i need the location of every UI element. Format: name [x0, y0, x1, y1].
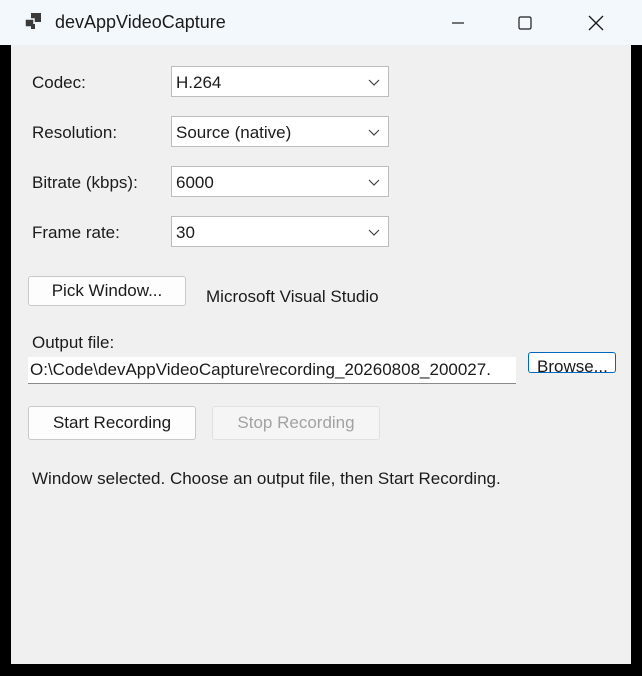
- bitrate-label: Bitrate (kbps):: [32, 173, 138, 192]
- window-title: devAppVideoCapture: [55, 12, 226, 32]
- resolution-label: Resolution:: [32, 123, 118, 142]
- output-file-label: Output file:: [32, 333, 115, 352]
- bitrate-value: 6000: [176, 173, 214, 192]
- codec-value: H.264: [176, 73, 222, 92]
- maximize-button[interactable]: [502, 0, 548, 45]
- codec-label: Codec:: [32, 73, 86, 92]
- title-bar[interactable]: devAppVideoCapture: [0, 0, 642, 45]
- framerate-label: Frame rate:: [32, 223, 120, 242]
- chevron-down-icon: [368, 229, 380, 236]
- output-path-field[interactable]: O:\Code\devAppVideoCapture\recording_202…: [28, 357, 516, 384]
- maximize-icon: [518, 15, 532, 30]
- stop-recording-button[interactable]: Stop Recording: [212, 406, 380, 440]
- start-recording-button[interactable]: Start Recording: [28, 406, 196, 440]
- framerate-value: 30: [176, 223, 195, 242]
- app-window: devAppVideoCapture Codec: H.264 Resoluti…: [0, 0, 642, 676]
- client-area: Codec: H.264 Resolution: Source (native)…: [11, 45, 631, 664]
- close-icon: [588, 15, 604, 30]
- output-path-value: O:\Code\devAppVideoCapture\recording_202…: [30, 360, 491, 379]
- resolution-value: Source (native): [176, 123, 292, 142]
- framerate-dropdown[interactable]: 30: [171, 216, 389, 247]
- close-button[interactable]: [573, 0, 619, 45]
- status-text: Window selected. Choose an output file, …: [32, 469, 501, 488]
- pick-window-button[interactable]: Pick Window...: [28, 276, 186, 306]
- chevron-down-icon: [368, 179, 380, 186]
- browse-button[interactable]: Browse...: [528, 352, 616, 373]
- app-window-icon: [24, 13, 41, 29]
- resolution-dropdown[interactable]: Source (native): [171, 116, 389, 147]
- codec-dropdown[interactable]: H.264: [171, 66, 389, 97]
- chevron-down-icon: [368, 129, 380, 136]
- minimize-icon: [452, 21, 464, 24]
- selected-window-label: Microsoft Visual Studio: [206, 287, 379, 306]
- chevron-down-icon: [368, 79, 380, 86]
- minimize-button[interactable]: [435, 0, 481, 45]
- bitrate-dropdown[interactable]: 6000: [171, 166, 389, 197]
- browse-label: Browse...: [537, 357, 608, 373]
